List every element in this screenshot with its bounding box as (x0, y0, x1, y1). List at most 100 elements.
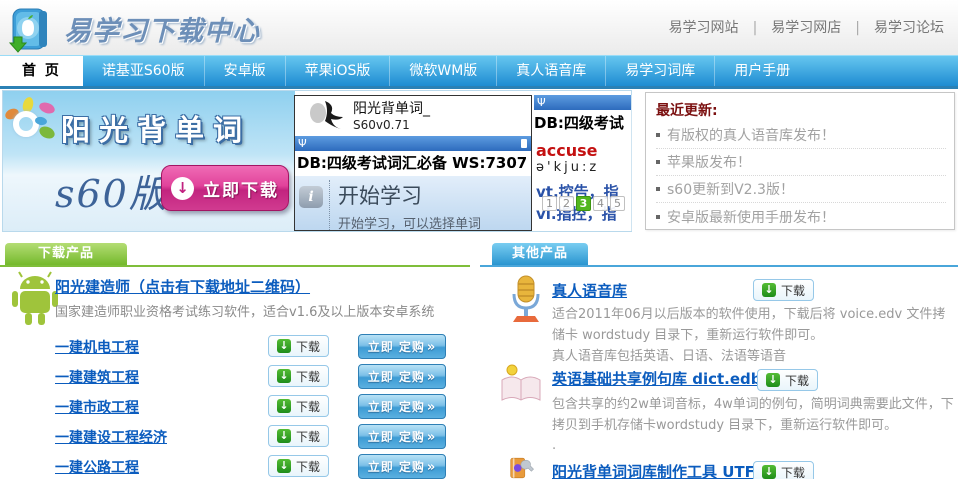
product-row: 一建建筑工程 ↓下载 立即 定购» (55, 364, 458, 390)
download-label: 下载 (296, 398, 320, 415)
nav-windows-mobile[interactable]: 微软WM版 (389, 56, 496, 86)
s60-promo-banner[interactable]: 阳光背单词 s60版 ↓ 立即下载 (3, 91, 295, 231)
tab-other-products[interactable]: 其他产品 (492, 243, 588, 265)
signal-antenna-icon: Ψ (298, 136, 307, 151)
download-label: 下载 (785, 372, 809, 389)
menu-selected-row: i 开始学习 开始学习，可以选择单词 (295, 176, 531, 231)
banner-download-label: 立即下载 (203, 176, 279, 201)
phone-status-bar: Ψ (534, 95, 631, 110)
product-link[interactable]: 一建建筑工程 (55, 367, 139, 387)
banner-download-button[interactable]: ↓ 立即下载 (161, 165, 289, 211)
product-row: 一建市政工程 ↓ 下载 立即 定购» (55, 394, 458, 420)
screenshot-app-header: 阳光背单词_ S60v0.71 (295, 96, 531, 136)
download-button[interactable]: ↓ 下载 (268, 395, 329, 417)
signal-antenna-icon: Ψ (537, 95, 546, 110)
update-item[interactable]: 苹果版发布！ (656, 149, 946, 176)
link-store[interactable]: 易学习网店 (771, 20, 841, 36)
android-robot-icon (10, 271, 60, 327)
download-button[interactable]: ↓下载 (753, 461, 814, 479)
download-button[interactable]: ↓下载 (268, 335, 329, 357)
nav-bottom-rule (0, 86, 958, 89)
builder-product-desc: 国家建造师职业资格考试练习软件，适合v1.6及以上版本安卓系统 (55, 301, 434, 320)
microphone-icon (505, 274, 547, 324)
flower-logo-icon (5, 97, 61, 149)
order-now-button[interactable]: 立即 定购» (358, 334, 446, 359)
link-website[interactable]: 易学习网站 (669, 20, 739, 36)
menu-title: 开始学习 (338, 180, 481, 210)
download-arrow-icon: ↓ (277, 369, 291, 383)
order-label: 立即 定购 (368, 340, 425, 354)
order-label: 立即 定购 (368, 430, 425, 444)
site-title: 易学习下载中心 (64, 9, 260, 48)
download-button[interactable]: ↓下载 (268, 365, 329, 387)
product-link[interactable]: 一建机电工程 (55, 337, 139, 357)
update-text: 有版权的真人语音库发布！ (667, 125, 835, 145)
update-text: 苹果版发布！ (667, 152, 751, 172)
update-item[interactable]: s60更新到V2.3版！ (656, 176, 946, 203)
sentence-db-link[interactable]: 英语基础共享例句库 dict.edb (552, 368, 762, 389)
nav-android[interactable]: 安卓版 (204, 56, 285, 86)
battery-icon (521, 139, 527, 148)
update-item[interactable]: 安卓版最新使用手册发布！ (656, 203, 946, 230)
download-label: 下载 (296, 458, 320, 475)
app-logo-icon (305, 99, 345, 133)
open-book-bulb-icon (498, 362, 544, 406)
nav-nokia-s60[interactable]: 诺基亚S60版 (83, 56, 204, 86)
voice-library-desc-line: 适合2011年06月以后版本的软件使用，下载后将 voice.edv 文件拷 (552, 303, 945, 322)
nav-home[interactable]: 首 页 (0, 56, 83, 86)
download-button[interactable]: ↓下载 (753, 279, 814, 301)
chevron-right-icon: » (427, 460, 436, 475)
order-now-button[interactable]: 立即 定购» (358, 394, 446, 419)
voice-library-desc-line: 真人语音库包括英语、日语、法语等语音 (552, 345, 786, 364)
pager-dot-2[interactable]: 2 (559, 196, 574, 211)
product-link[interactable]: 一建公路工程 (55, 457, 139, 477)
header: 易学习下载中心 易学习网站 | 易学习网店 | 易学习论坛 (0, 0, 958, 55)
download-arrow-icon: ↓ (277, 459, 291, 473)
order-now-button[interactable]: 立即 定购» (358, 454, 446, 479)
product-link[interactable]: 一建市政工程 (55, 397, 139, 417)
order-label: 立即 定购 (368, 370, 425, 384)
order-now-button[interactable]: 立即 定购» (358, 424, 446, 449)
order-now-button[interactable]: 立即 定购» (358, 364, 446, 389)
pager-dot-4[interactable]: 4 (593, 196, 608, 211)
nav-voice-library[interactable]: 真人语音库 (496, 56, 605, 86)
update-text: 安卓版最新使用手册发布！ (667, 207, 835, 227)
download-label: 下载 (781, 282, 805, 299)
pager-dot-3-active[interactable]: 3 (576, 196, 591, 211)
banner-title: 阳光背单词 (61, 107, 251, 149)
link-separator: | (753, 20, 758, 36)
nav-word-library[interactable]: 易学习词库 (605, 56, 714, 86)
chevron-right-icon: » (427, 430, 436, 445)
info-icon: i (299, 186, 323, 208)
download-button[interactable]: ↓ 下载 (268, 455, 329, 477)
site-logo[interactable]: 易学习下载中心 (6, 3, 260, 53)
download-button[interactable]: ↓下载 (268, 425, 329, 447)
app-name: 阳光背单词_ (353, 98, 430, 118)
pager-dot-5[interactable]: 5 (610, 196, 625, 211)
voice-library-desc-line: 储卡 wordstudy 目录下，重新运行软件即可。 (552, 324, 823, 343)
recent-updates-box: 最近更新: 有版权的真人语音库发布！ 苹果版发布！ s60更新到V2.3版！ 安… (645, 92, 955, 230)
product-row: 一建建设工程经济 ↓下载 立即 定购» (55, 424, 458, 450)
backpack-download-icon (6, 3, 56, 53)
download-button[interactable]: ↓下载 (757, 369, 818, 391)
sentence-db-desc-line: 包含共享的约2w单词音标，4w单词的例句，简明词典需要此文件，下 (552, 393, 954, 412)
green-rule (0, 265, 470, 267)
menu-description: 开始学习，可以选择单词 (338, 213, 481, 231)
bullet-icon (656, 160, 660, 164)
download-arrow-icon: ↓ (277, 399, 291, 413)
link-forum[interactable]: 易学习论坛 (874, 20, 944, 36)
download-arrow-icon: ↓ (277, 339, 291, 353)
product-link[interactable]: 一建建设工程经济 (55, 427, 167, 447)
phone-status-bar: Ψ (295, 136, 531, 151)
dict-tool-link[interactable]: 阳光背单词词库制作工具 UTF8 (552, 461, 765, 479)
builder-product-link[interactable]: 阳光建造师（点击有下载地址二维码） (55, 276, 310, 297)
bullet-icon (656, 133, 660, 137)
voice-library-link[interactable]: 真人语音库 (552, 280, 627, 301)
nav-apple-ios[interactable]: 苹果iOS版 (285, 56, 390, 86)
nav-user-manual[interactable]: 用户手册 (714, 56, 809, 86)
update-text: s60更新到V2.3版！ (667, 179, 794, 199)
link-separator: | (855, 20, 860, 36)
pager-dot-1[interactable]: 1 (542, 196, 557, 211)
tab-download-products[interactable]: 下载产品 (5, 243, 127, 265)
update-item[interactable]: 有版权的真人语音库发布！ (656, 122, 946, 149)
